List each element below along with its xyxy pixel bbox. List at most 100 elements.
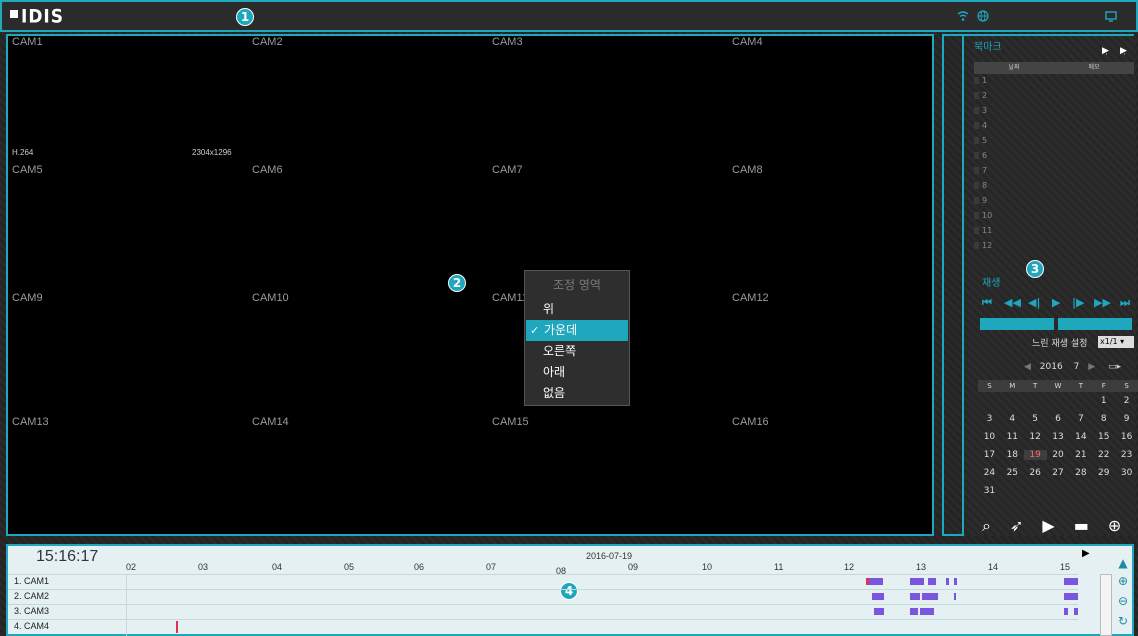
cam-label-3: CAM3 <box>492 36 523 48</box>
bookmark-col-date: 날짜 <box>1008 64 1020 71</box>
fast-rewind-icon[interactable]: ◀◀ <box>1004 296 1021 309</box>
menu-item-bottom[interactable]: 아래 <box>525 362 629 383</box>
bookmark-row[interactable]: 8 <box>974 181 1134 193</box>
bookmark-row[interactable]: 1 <box>974 76 1134 88</box>
timeline-next-icon[interactable]: ▶ <box>1082 548 1090 559</box>
calendar-weekday-header: SMTWTFS <box>978 380 1138 392</box>
calendar-week[interactable]: 24 25 26 27 28 29 30 <box>978 468 1138 478</box>
zoom-in-icon[interactable]: ⊕ <box>1108 516 1121 536</box>
menu-item-center[interactable]: ✓ 가운데 <box>526 320 628 341</box>
menu-item-none[interactable]: 없음 <box>525 383 629 404</box>
hour-tick: 09 <box>628 562 639 572</box>
playback-title: 재생 <box>982 278 1001 289</box>
cam-label-12: CAM12 <box>732 292 769 304</box>
codec-info: H.264 <box>12 148 34 157</box>
bookmark-row[interactable]: 11 <box>974 226 1134 238</box>
hour-tick: 13 <box>916 562 927 572</box>
timeline-row-cam2[interactable]: 2. CAM2 <box>8 589 1078 603</box>
bookmark-row[interactable]: 4 <box>974 121 1134 133</box>
hour-tick: 10 <box>702 562 713 572</box>
go-to-end-icon[interactable]: ⏭ <box>1120 296 1130 310</box>
cam-label-7: CAM7 <box>492 164 523 176</box>
motion-segment <box>922 593 938 600</box>
motion-segment <box>1064 608 1068 615</box>
hour-tick: 15 <box>1060 562 1071 572</box>
title-bar: IDIS 1 <box>0 0 1138 32</box>
calendar-year: 2016 <box>1039 362 1063 372</box>
motion-segment <box>920 608 934 615</box>
alarm-segment <box>176 621 178 633</box>
timeline-panel: 15:16:17 2016-07-19 4 02 03 04 05 06 07 … <box>6 544 1134 636</box>
motion-segment <box>1064 578 1078 585</box>
go-to-start-icon[interactable]: ⏮ <box>982 296 992 310</box>
zoom-in-timeline-icon[interactable]: ⊕ <box>1116 574 1130 588</box>
motion-segment <box>874 608 884 615</box>
hour-tick: 06 <box>414 562 425 572</box>
cam-label-8: CAM8 <box>732 164 763 176</box>
timeline-row-cam4[interactable]: 4. CAM4 <box>8 619 1078 633</box>
idis-logo: IDIS <box>10 6 64 28</box>
bookmark-add-icon[interactable]: ▶̣ <box>1102 46 1109 56</box>
menu-item-label: 오른쪽 <box>543 344 577 358</box>
zoom-out-timeline-icon[interactable]: ⊖ <box>1116 594 1130 608</box>
menu-item-label: 없음 <box>543 386 566 400</box>
callout-3: 3 <box>1026 260 1044 278</box>
speed-bar-right[interactable] <box>1058 318 1132 330</box>
scroll-up-icon[interactable]: ▲ <box>1116 556 1130 570</box>
cam-label-1: CAM1 <box>12 36 43 48</box>
menu-item-top[interactable]: 위 <box>525 299 629 320</box>
globe-icon[interactable] <box>976 10 990 24</box>
wifi-icon[interactable] <box>956 10 970 24</box>
pin-icon[interactable]: ➶ <box>1010 516 1023 536</box>
search-icon[interactable]: ⌕ <box>982 516 991 536</box>
calendar-week[interactable]: 12 <box>978 396 1138 406</box>
bookmark-row[interactable]: 2 <box>974 91 1134 103</box>
timeline-cam-label: 3. CAM3 <box>14 606 50 616</box>
step-forward-icon[interactable]: |▶ <box>1072 296 1084 309</box>
bookmark-row[interactable]: 5 <box>974 136 1134 148</box>
motion-segment <box>954 593 956 600</box>
logo-square-icon <box>10 10 18 18</box>
callout-1: 1 <box>236 8 254 26</box>
fast-forward-icon[interactable]: ▶▶ <box>1094 296 1111 309</box>
context-menu-header: 조정 영역 <box>553 278 601 292</box>
timeline-scrollbar[interactable] <box>1100 574 1112 636</box>
calendar-week[interactable]: 3456789 <box>978 414 1138 424</box>
motion-segment <box>954 578 957 585</box>
bookmark-row[interactable]: 3 <box>974 106 1134 118</box>
step-back-icon[interactable]: ◀| <box>1028 296 1040 309</box>
calendar-toggle-icon[interactable]: ▭▸ <box>1108 362 1121 372</box>
hour-tick: 04 <box>272 562 283 572</box>
print-icon[interactable]: ▬ <box>1074 516 1089 536</box>
menu-item-right[interactable]: 오른쪽 <box>525 341 629 362</box>
motion-segment <box>872 593 884 600</box>
calendar-week[interactable]: 10 11 12 13 14 15 16 <box>978 432 1138 442</box>
hour-tick: 11 <box>774 562 784 572</box>
screen-mode-icon[interactable] <box>1104 10 1118 24</box>
export-clip-icon[interactable]: ▶︎ <box>1042 516 1054 536</box>
calendar-week[interactable]: 31 <box>978 486 1138 496</box>
video-grid[interactable]: CAM1 CAM2 CAM3 CAM4 H.264 2304x1296 CAM5… <box>6 34 934 536</box>
timeline-cam-label: 2. CAM2 <box>14 591 50 601</box>
timeline-row-cam3[interactable]: 3. CAM3 <box>8 604 1078 618</box>
speed-bar-left[interactable] <box>980 318 1054 330</box>
refresh-icon[interactable]: ↻ <box>1116 614 1130 628</box>
hour-tick: 05 <box>344 562 355 572</box>
bookmark-col-memo: 메모 <box>1088 64 1100 71</box>
bookmark-row[interactable]: 10 <box>974 211 1134 223</box>
next-month-icon[interactable]: ▶ <box>1088 362 1095 372</box>
timeline-row-cam1[interactable]: 1. CAM1 <box>8 574 1078 588</box>
prev-month-icon[interactable]: ◀ <box>1024 362 1031 372</box>
bookmark-row[interactable]: 9 <box>974 196 1134 208</box>
bookmark-remove-icon[interactable]: ▶̣ <box>1120 46 1127 56</box>
checkmark-icon: ✓ <box>530 324 540 337</box>
calendar-week[interactable]: 17 18 19 20 21 22 23 <box>978 450 1138 460</box>
bookmark-row[interactable]: 12 <box>974 241 1134 253</box>
motion-segment <box>1074 608 1078 615</box>
play-icon[interactable]: ▶ <box>1052 296 1060 309</box>
slow-playback-label: 느린 재생 설정 <box>1032 339 1088 349</box>
bookmark-row[interactable]: 6 <box>974 151 1134 163</box>
bookmark-row[interactable]: 7 <box>974 166 1134 178</box>
timeline-date: 2016-07-19 <box>586 551 633 561</box>
slow-playback-select[interactable]: x1/1 ▾ <box>1098 336 1134 348</box>
